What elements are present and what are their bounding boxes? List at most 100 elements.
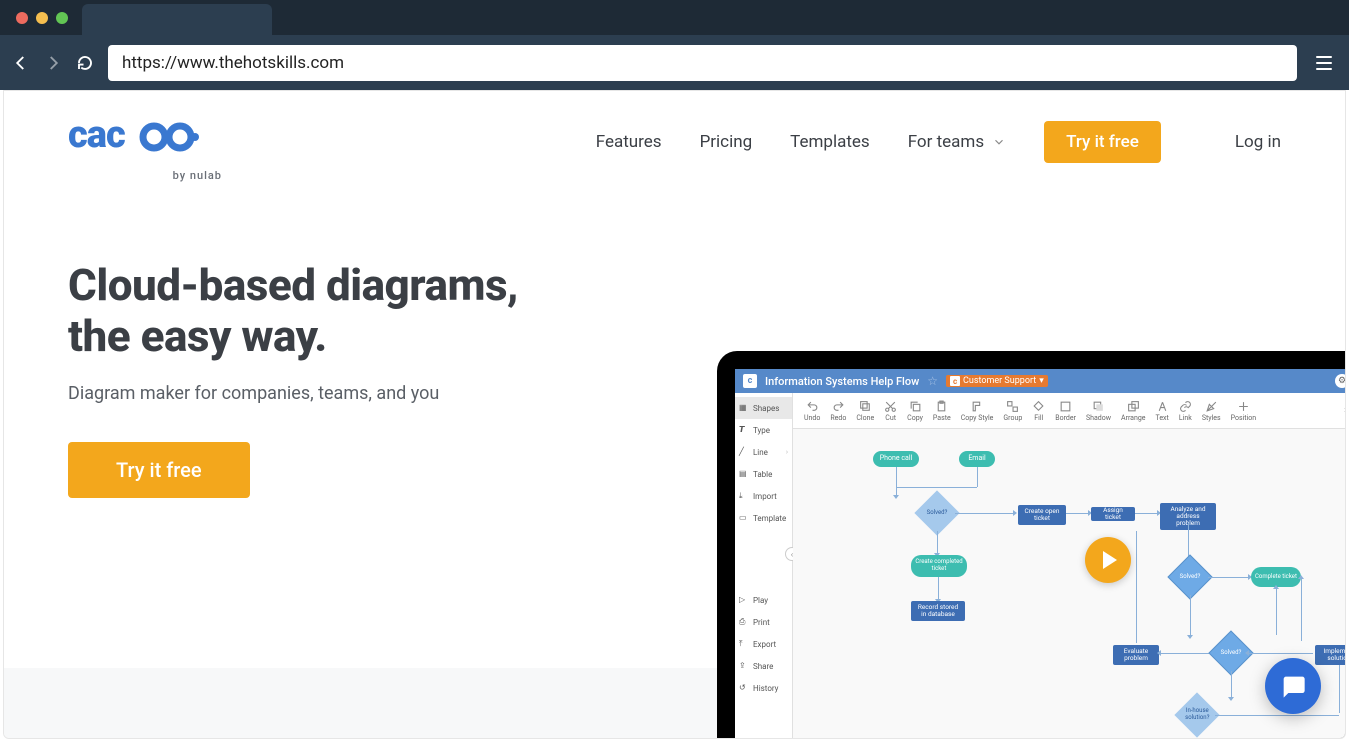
flow-solved2[interactable]: Solved? xyxy=(1167,554,1212,599)
star-icon[interactable]: ☆ xyxy=(927,374,938,388)
redo-icon xyxy=(832,400,845,413)
reload-button[interactable] xyxy=(76,54,94,72)
app-tag[interactable]: c Customer Support ▾ xyxy=(946,375,1048,387)
app-logo-icon[interactable]: c xyxy=(743,374,757,388)
tb-position[interactable]: Position xyxy=(1226,400,1262,422)
tb-shadow[interactable]: Shadow xyxy=(1081,400,1116,422)
tb-copystyle[interactable]: Copy Style xyxy=(956,400,999,422)
window-minimize-icon[interactable] xyxy=(36,12,48,24)
flow-complete[interactable]: Complete ticket xyxy=(1251,567,1301,587)
app-canvas[interactable]: Phone call Email Solved? Create open tic… xyxy=(793,429,1346,739)
flow-email[interactable]: Email xyxy=(959,451,995,467)
tb-text[interactable]: Text xyxy=(1151,400,1174,422)
gear-icon[interactable]: ⚙ xyxy=(1335,374,1346,388)
nav-pricing[interactable]: Pricing xyxy=(700,132,753,152)
text-icon xyxy=(1156,400,1169,413)
nav-templates[interactable]: Templates xyxy=(790,132,870,152)
video-play-button[interactable] xyxy=(1085,537,1131,583)
position-icon xyxy=(1237,400,1250,413)
sidebar-line[interactable]: ╱Line› xyxy=(735,441,792,463)
sidebar-type[interactable]: 𝙏Type xyxy=(735,419,792,441)
tag-icon: c xyxy=(950,376,960,386)
clone-icon xyxy=(859,400,872,413)
svg-text:cac: cac xyxy=(68,115,125,157)
tag-dropdown-icon: ▾ xyxy=(1039,376,1044,386)
app-sidebar: ▦Shapes 𝙏Type ╱Line› ▤Table ⤓Import ▭Tem… xyxy=(735,393,793,739)
sidebar-play[interactable]: ▷Play xyxy=(735,589,792,611)
flow-createopen[interactable]: Create open ticket xyxy=(1018,505,1066,525)
window-maximize-icon[interactable] xyxy=(56,12,68,24)
connector xyxy=(1066,513,1088,514)
app-topbar: c Information Systems Help Flow ☆ c Cust… xyxy=(735,369,1346,393)
flow-solved1[interactable]: Solved? xyxy=(914,490,959,535)
sidebar-history[interactable]: ↺History xyxy=(735,677,792,699)
app-tag-label: Customer Support xyxy=(963,376,1036,386)
sidebar-print[interactable]: ⎙Print xyxy=(735,611,792,633)
flow-implement[interactable]: Implement solution xyxy=(1315,645,1346,665)
back-button[interactable] xyxy=(12,54,30,72)
flow-createcompleted[interactable]: Create completed ticket xyxy=(911,555,967,577)
tb-paste[interactable]: Paste xyxy=(928,400,956,422)
tb-cut[interactable]: Cut xyxy=(879,400,902,422)
browser-chrome: https://www.thehotskills.com xyxy=(0,0,1349,90)
flow-phonecall[interactable]: Phone call xyxy=(873,451,919,467)
copy-icon xyxy=(909,400,922,413)
window-close-icon[interactable] xyxy=(16,12,28,24)
app-device-frame: c Information Systems Help Flow ☆ c Cust… xyxy=(717,351,1346,739)
arrange-icon xyxy=(1127,400,1140,413)
traffic-lights xyxy=(10,12,68,24)
tb-copy[interactable]: Copy xyxy=(902,400,928,422)
table-icon: ▤ xyxy=(739,469,749,479)
nav-features[interactable]: Features xyxy=(596,132,662,152)
sidebar-shapes[interactable]: ▦Shapes xyxy=(735,397,792,419)
hero-cta-button[interactable]: Try it free xyxy=(68,442,250,498)
connector xyxy=(1249,653,1313,654)
flow-evaluate[interactable]: Evaluate problem xyxy=(1113,645,1159,665)
connector xyxy=(938,577,939,599)
tb-arrange[interactable]: Arrange xyxy=(1116,400,1151,422)
tb-undo[interactable]: Undo xyxy=(799,400,825,422)
tb-styles[interactable]: Styles xyxy=(1197,400,1226,422)
nav-cta-button[interactable]: Try it free xyxy=(1044,121,1161,163)
toolbar-more-icon[interactable]: › xyxy=(1344,405,1346,416)
nav-forteams[interactable]: For teams xyxy=(908,132,1006,152)
shapes-icon: ▦ xyxy=(739,403,749,413)
sidebar-table[interactable]: ▤Table xyxy=(735,463,792,485)
print-icon: ⎙ xyxy=(739,617,749,627)
url-text: https://www.thehotskills.com xyxy=(122,53,344,73)
chevron-down-icon xyxy=(992,135,1006,149)
flow-assign[interactable]: Assign ticket xyxy=(1091,507,1135,521)
app-main: ▦Shapes 𝙏Type ╱Line› ▤Table ⤓Import ▭Tem… xyxy=(735,393,1346,739)
tb-clone[interactable]: Clone xyxy=(851,400,879,422)
browser-nav-bar: https://www.thehotskills.com xyxy=(0,35,1349,90)
hero-title: Cloud-based diagrams, the easy way. xyxy=(68,260,588,361)
nav-links: Features Pricing Templates For teams Try… xyxy=(596,121,1281,163)
chat-bubble-button[interactable] xyxy=(1265,658,1321,714)
connector xyxy=(896,467,897,495)
url-bar[interactable]: https://www.thehotskills.com xyxy=(108,45,1297,81)
tb-fill[interactable]: Fill xyxy=(1027,400,1050,422)
sidebar-template[interactable]: ▭Template xyxy=(735,507,792,529)
connector xyxy=(1208,577,1248,578)
flow-inhouse[interactable]: In-house solution? xyxy=(1174,692,1219,737)
shadow-icon xyxy=(1092,400,1105,413)
tb-group[interactable]: Group xyxy=(998,400,1027,422)
forward-button[interactable] xyxy=(44,54,62,72)
sidebar-import[interactable]: ⤓Import xyxy=(735,485,792,507)
flow-record[interactable]: Record stored in database xyxy=(911,601,965,621)
tb-redo[interactable]: Redo xyxy=(825,400,851,422)
app-canvas-wrap: Undo Redo Clone Cut Copy Paste Copy Styl… xyxy=(793,393,1346,739)
tb-border[interactable]: Border xyxy=(1050,400,1081,422)
border-icon xyxy=(1059,400,1072,413)
logo[interactable]: cac by nulab xyxy=(68,115,218,168)
browser-menu-icon[interactable] xyxy=(1311,50,1337,76)
tb-link[interactable]: Link xyxy=(1174,400,1197,422)
sidebar-share[interactable]: ⇪Share xyxy=(735,655,792,677)
sidebar-export[interactable]: ⤒Export xyxy=(735,633,792,655)
line-icon: ╱ xyxy=(739,447,749,457)
nav-login[interactable]: Log in xyxy=(1235,132,1281,152)
fill-icon xyxy=(1032,400,1045,413)
hero-left: Cloud-based diagrams, the easy way. Diag… xyxy=(68,260,588,498)
browser-tab[interactable] xyxy=(82,4,272,36)
link-icon xyxy=(1179,400,1192,413)
